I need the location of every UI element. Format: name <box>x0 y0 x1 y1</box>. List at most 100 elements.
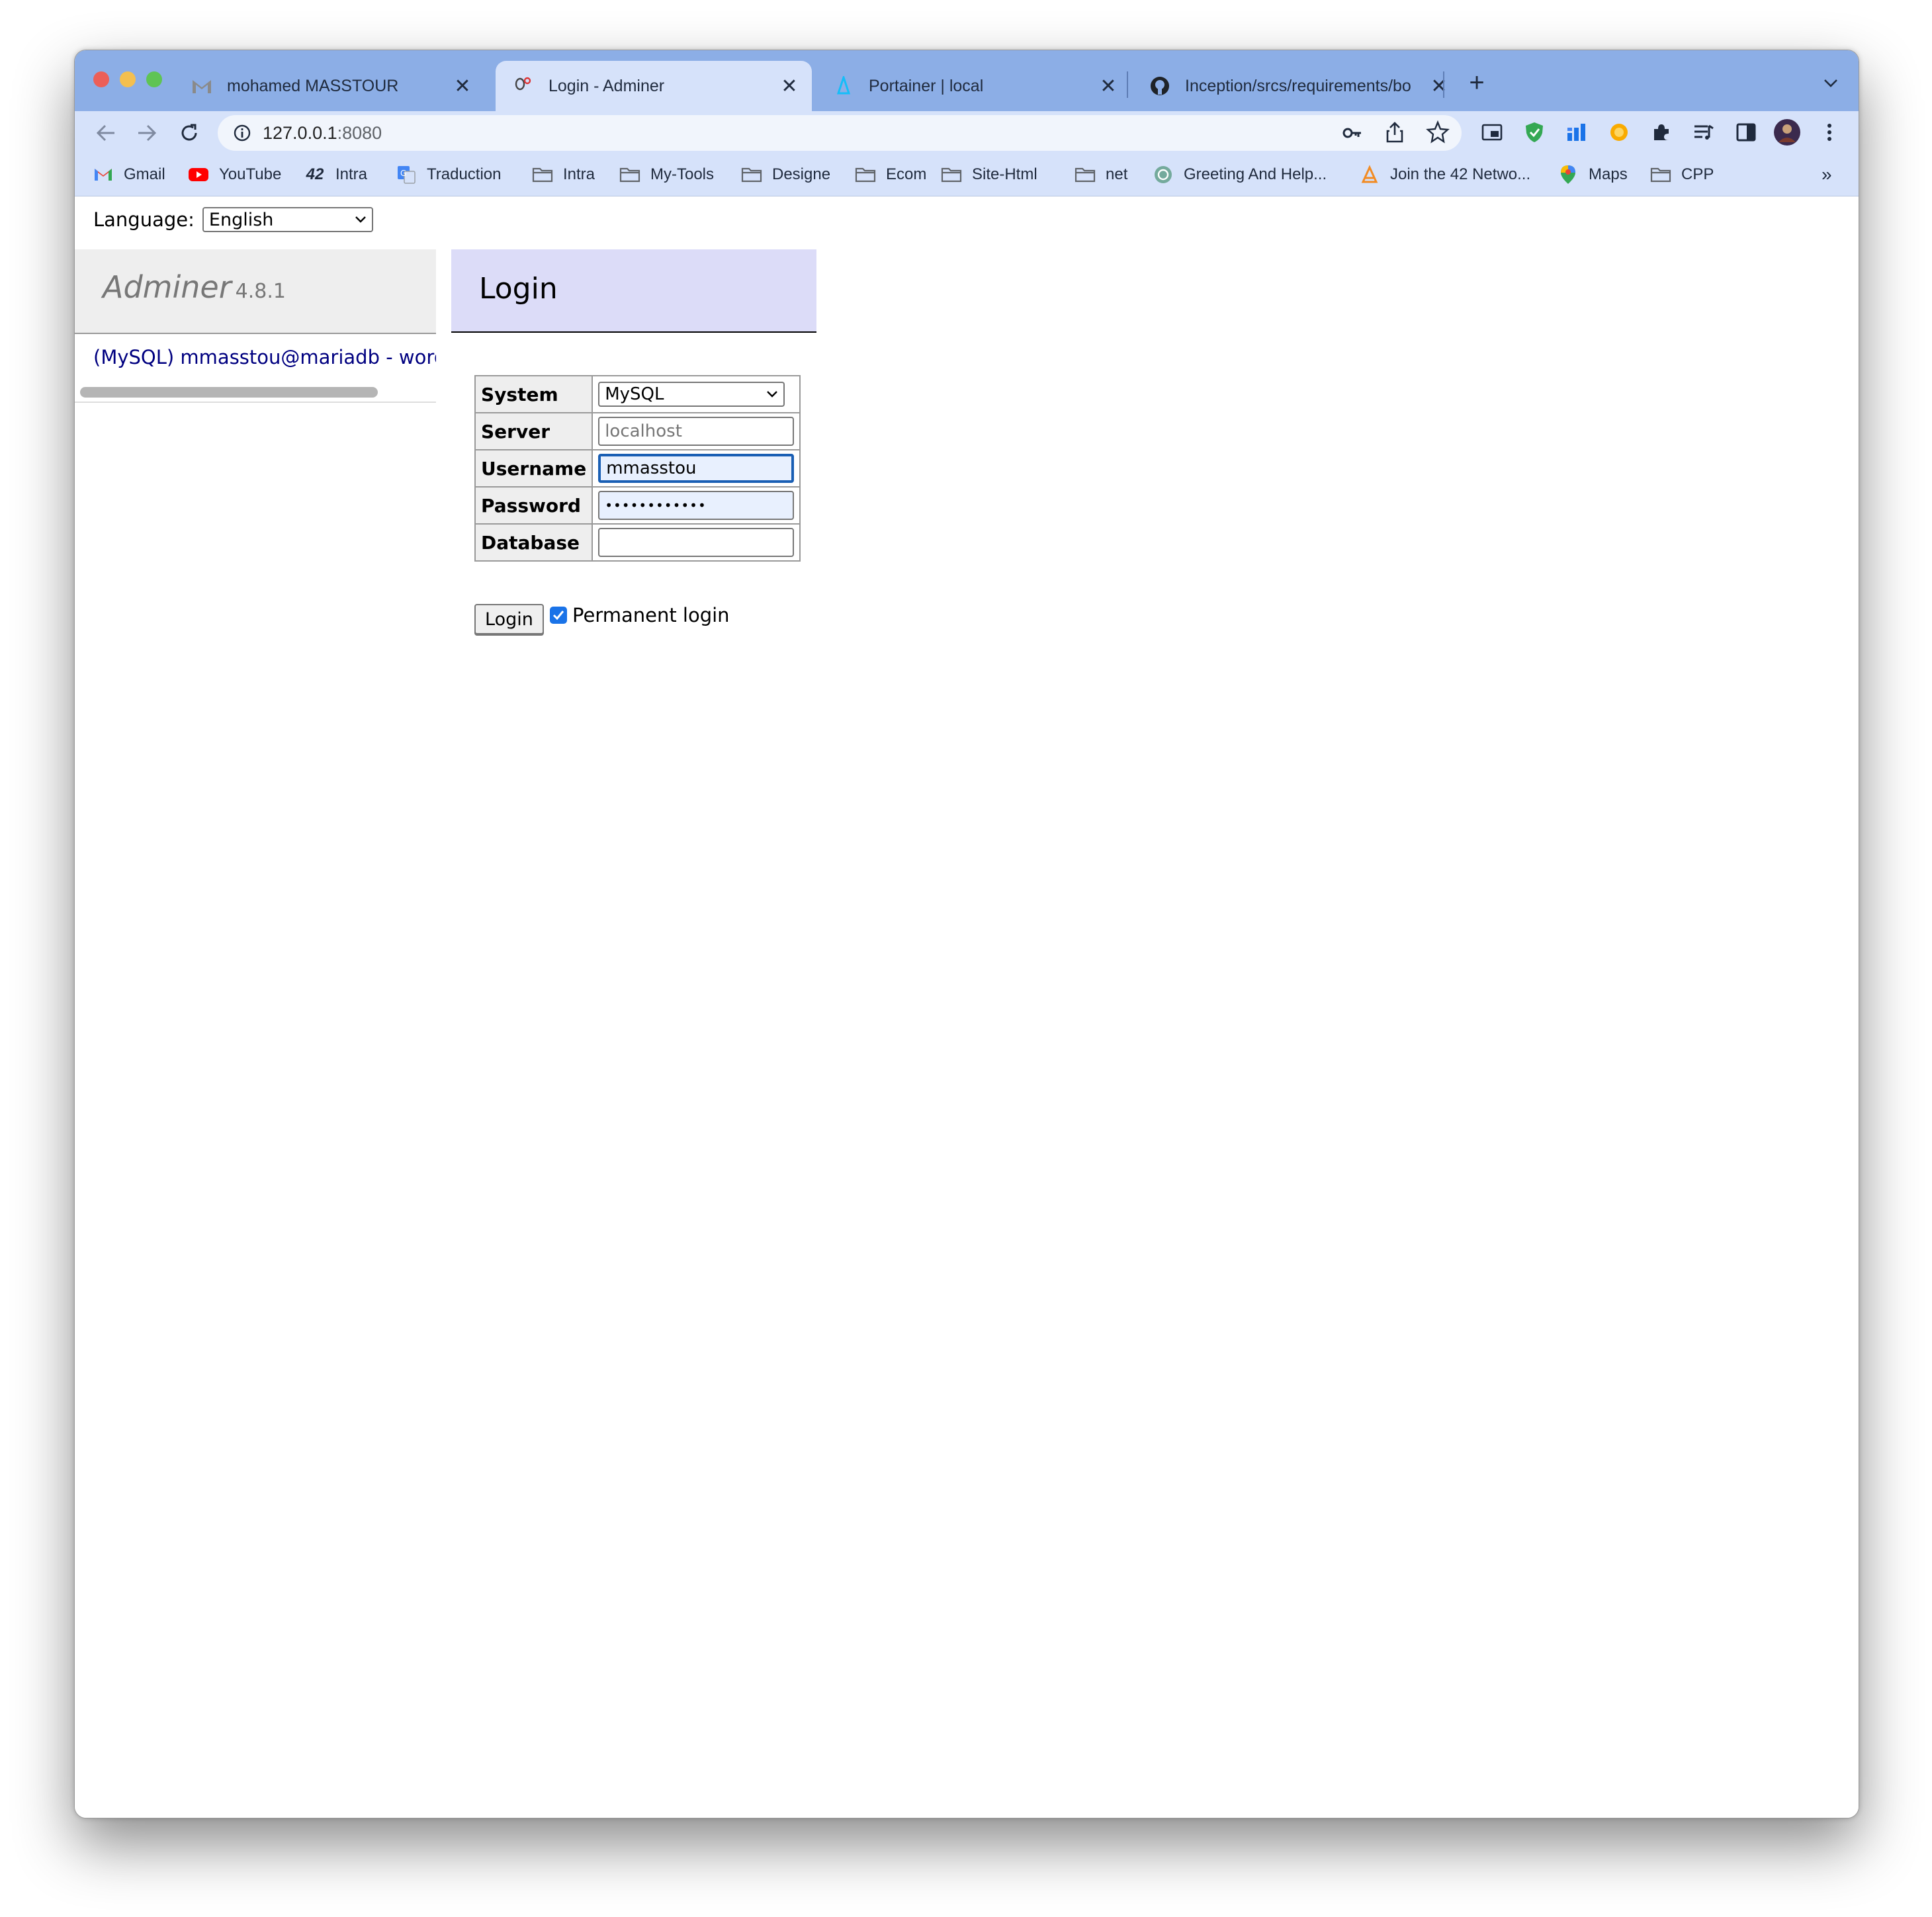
url-text[interactable]: 127.0.0.1:8080 <box>263 123 382 144</box>
form-row-system: System MySQL <box>474 375 801 413</box>
bookmark-label: Maps <box>1589 165 1628 183</box>
server-label: Server <box>474 412 593 450</box>
bookmark-label: net <box>1106 165 1128 183</box>
username-input[interactable]: mmasstou <box>598 454 795 483</box>
bookmark-label: YouTube <box>219 165 282 183</box>
close-tab-icon[interactable]: ✕ <box>1427 75 1451 98</box>
analytics-extension-icon[interactable] <box>1562 118 1591 147</box>
back-button[interactable] <box>92 119 120 147</box>
new-tab-button[interactable]: + <box>1462 67 1492 98</box>
bookmark-label: Gmail <box>124 165 165 183</box>
close-tab-icon[interactable]: ✕ <box>1096 75 1120 98</box>
tab-adminer[interactable]: Login - Adminer ✕ <box>496 61 812 111</box>
bookmark-maps[interactable]: Maps <box>1557 161 1628 188</box>
orange-extension-icon[interactable] <box>1604 118 1634 147</box>
site-info-icon[interactable] <box>232 123 252 143</box>
zoom-window-button[interactable] <box>146 71 162 87</box>
close-window-button[interactable] <box>93 71 109 87</box>
folder-icon <box>1649 165 1672 185</box>
language-select[interactable]: English <box>202 207 373 232</box>
youtube-icon <box>187 165 210 185</box>
tab-portainer[interactable]: Portainer | local ✕ <box>816 61 1131 111</box>
form-row-password: Password •••••••••••• <box>474 486 801 525</box>
portainer-icon <box>833 75 854 97</box>
profile-avatar[interactable] <box>1773 118 1802 147</box>
bookmark-traduction[interactable]: G Traduction <box>395 161 502 188</box>
tab-github[interactable]: Inception/srcs/requirements/bo ✕ <box>1132 61 1462 111</box>
side-panel-icon[interactable] <box>1732 118 1761 147</box>
bookmark-folder-my-tools[interactable]: My-Tools <box>619 161 714 188</box>
folder-icon <box>940 165 963 185</box>
tab-title: Inception/srcs/requirements/bo <box>1185 76 1411 95</box>
password-key-icon[interactable] <box>1341 122 1364 144</box>
language-row: Language: English <box>93 207 373 232</box>
svg-text:G: G <box>400 169 406 178</box>
bookmark-intra-42[interactable]: 42 Intra <box>304 161 367 188</box>
language-select-value: English <box>208 209 274 230</box>
bookmark-folder-site-html[interactable]: Site-Html <box>940 161 1037 188</box>
version-label: 4.8.1 <box>235 280 286 303</box>
password-input[interactable]: •••••••••••• <box>598 491 795 520</box>
permanent-login-option[interactable]: Permanent login <box>550 604 730 626</box>
close-tab-icon[interactable]: ✕ <box>451 75 474 98</box>
database-input[interactable] <box>598 528 795 557</box>
site-icon <box>1358 165 1381 185</box>
chevron-down-icon <box>767 391 778 398</box>
bookmark-youtube[interactable]: YouTube <box>187 161 281 188</box>
folder-icon <box>854 165 877 185</box>
adminer-logo[interactable]: Adminer 4.8.1 <box>103 269 286 305</box>
share-icon[interactable] <box>1383 120 1406 144</box>
tab-strip: mohamed MASSTOUR ✕ Login - Adminer ✕ Por… <box>75 50 1859 111</box>
bookmark-folder-cpp[interactable]: CPP <box>1649 161 1714 188</box>
login-button[interactable]: Login <box>474 604 544 634</box>
folder-icon <box>619 165 641 185</box>
shield-extension-icon[interactable] <box>1520 118 1549 147</box>
forward-button[interactable] <box>133 119 161 147</box>
tab-search-chevron-icon[interactable] <box>1819 71 1843 95</box>
reading-list-icon[interactable] <box>1689 118 1718 147</box>
gmail-icon <box>191 75 212 97</box>
bookmark-label: Greeting And Help... <box>1184 165 1327 183</box>
bookmark-label: Intra <box>335 165 368 183</box>
bookmark-label: Designe <box>772 165 831 183</box>
bookmark-greeting[interactable]: Greeting And Help... <box>1152 161 1327 188</box>
minimize-window-button[interactable] <box>120 71 136 87</box>
permanent-login-checkbox[interactable] <box>550 607 567 624</box>
gmail-icon <box>92 165 114 185</box>
saved-login-link[interactable]: (MySQL) mmasstou@mariadb - wordpress <box>93 346 436 368</box>
language-label: Language: <box>93 208 195 231</box>
system-select-value: MySQL <box>605 384 664 404</box>
tab-gmail[interactable]: mohamed MASSTOUR ✕ <box>174 61 485 111</box>
sidebar-horizontal-scrollbar[interactable] <box>75 382 436 403</box>
tab-title: Portainer | local <box>869 76 984 95</box>
chevron-down-icon <box>355 216 366 223</box>
system-label: System <box>474 375 593 413</box>
bookmark-folder-net[interactable]: net <box>1074 161 1127 188</box>
database-label: Database <box>474 523 593 562</box>
folder-icon <box>1074 165 1096 185</box>
checkmark-icon <box>552 611 564 620</box>
bookmark-join-42-network[interactable]: Join the 42 Netwo... <box>1358 161 1530 188</box>
tab-separator <box>1127 71 1128 98</box>
system-select[interactable]: MySQL <box>598 382 785 407</box>
bookmark-gmail[interactable]: Gmail <box>92 161 165 188</box>
extensions-puzzle-icon[interactable] <box>1647 118 1676 147</box>
address-bar[interactable]: 127.0.0.1:8080 <box>218 115 1462 151</box>
folder-icon <box>740 165 763 185</box>
bookmark-folder-designe[interactable]: Designe <box>740 161 830 188</box>
bookmark-folder-intra[interactable]: Intra <box>531 161 595 188</box>
picture-in-picture-icon[interactable] <box>1477 118 1507 147</box>
brand-name: Adminer <box>103 269 232 305</box>
bookmark-folder-ecom[interactable]: Ecom <box>854 161 926 188</box>
url-port: :8080 <box>337 123 382 143</box>
more-menu-icon[interactable] <box>1815 118 1844 147</box>
scrollbar-thumb[interactable] <box>80 387 378 398</box>
close-tab-icon[interactable]: ✕ <box>777 75 801 98</box>
adminer-icon <box>513 75 534 97</box>
bookmark-star-icon[interactable] <box>1426 120 1450 144</box>
server-input[interactable]: localhost <box>598 417 795 446</box>
tab-title: Login - Adminer <box>549 76 665 95</box>
reload-button[interactable] <box>175 119 203 147</box>
bookmarks-overflow-button[interactable]: » <box>1822 161 1832 188</box>
form-row-server: Server localhost <box>474 412 801 450</box>
